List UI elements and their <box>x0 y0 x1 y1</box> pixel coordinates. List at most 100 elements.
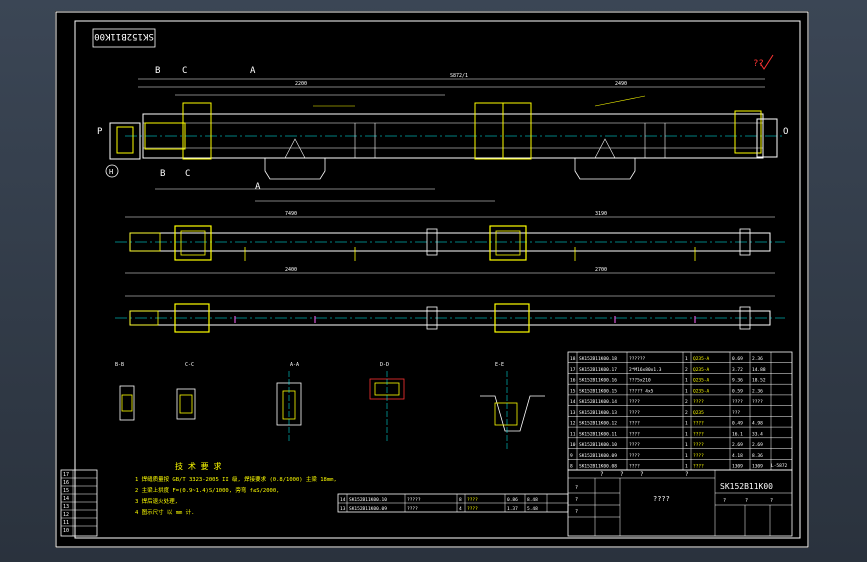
parts-table-cell: Q235-A <box>693 356 710 362</box>
parts-table-cell: SK152B11K00.16 <box>579 378 617 384</box>
svg-text:?: ? <box>640 471 644 478</box>
girder-bottom-view <box>115 295 785 333</box>
svg-text:3190: 3190 <box>595 211 607 217</box>
parts-table-cell: SK152B11K00.12 <box>579 421 617 427</box>
revision-block: 17 16 15 14 13 12 11 10 <box>60 469 98 537</box>
svg-text:?: ? <box>575 497 578 503</box>
svg-text:P: P <box>97 127 103 137</box>
svg-text:????: ???? <box>407 506 418 512</box>
parts-table-cell: 10 <box>570 442 576 448</box>
parts-table-cell: 14 <box>570 399 576 405</box>
parts-table-cell: ???? <box>693 464 704 470</box>
parts-table-cell: 0.59 <box>732 388 743 394</box>
main-girder-view: 2200 S872/1 2490 B C A B C A P O H <box>97 66 788 202</box>
svg-text:10: 10 <box>63 528 69 534</box>
svg-text:H: H <box>109 168 113 176</box>
parts-table-cell: ???? <box>693 431 704 437</box>
parts-table-cell: 1 <box>685 378 688 384</box>
svg-text:14: 14 <box>63 496 69 502</box>
parts-table-cell: 18.52 <box>752 378 766 384</box>
svg-text:7490: 7490 <box>285 211 297 217</box>
svg-text:1.37: 1.37 <box>507 506 518 512</box>
parts-table-cell: SK152B11K00.15 <box>579 388 617 394</box>
svg-text:12: 12 <box>63 512 69 518</box>
svg-text:B: B <box>160 169 165 179</box>
svg-text:????: ???? <box>467 497 478 503</box>
svg-text:A: A <box>255 182 261 192</box>
parts-table-cell: 33.4 <box>752 431 763 437</box>
technical-notes: 技 术 要 求 1 焊缝质量按 GB/T 3323-2005 II 级, 焊接要… <box>135 461 337 516</box>
svg-text:13: 13 <box>63 504 69 510</box>
svg-text:2490: 2490 <box>615 81 627 87</box>
parts-table-rows: 18 SK152B11K00.18?????? 1 Q235-A 0.69 2.3617 S… <box>568 356 792 470</box>
svg-text:D-D: D-D <box>380 362 389 368</box>
svg-text:?: ? <box>685 471 689 478</box>
girder-plan-view: 7490 3190 2400 2700 <box>115 211 785 274</box>
svg-text:C: C <box>185 169 190 179</box>
parts-table-cell: 1 <box>685 442 688 448</box>
parts-table-cell: SK152B11K00.08 <box>579 464 617 470</box>
question-mark: ?? <box>753 59 764 69</box>
parts-table-cell: SK152B11K00.10 <box>579 442 617 448</box>
parts-table-cell: 8.36 <box>752 453 763 459</box>
parts-table-cell: 1 <box>685 431 688 437</box>
drawing-sheet[interactable]: SK152B11K00 ?? 2200 S872/1 2490 B C A B … <box>55 11 809 548</box>
parts-table-cell: ???? <box>732 399 743 405</box>
parts-table-cell: 17 <box>570 367 576 373</box>
svg-text:????: ???? <box>467 506 478 512</box>
svg-text:A: A <box>250 66 256 76</box>
svg-text:5.48: 5.48 <box>527 506 538 512</box>
svg-text:?: ? <box>770 498 773 504</box>
svg-text:2200: 2200 <box>295 81 307 87</box>
svg-text:O: O <box>783 127 788 137</box>
parts-table-cell: 16 <box>570 378 576 384</box>
svg-text:C-C: C-C <box>185 362 194 368</box>
parts-table-cell: ???? <box>629 464 640 470</box>
parts-table-cell: Q235 <box>693 410 704 416</box>
parts-table-cell: 4.98 <box>752 421 763 427</box>
notes-line-3: 3 焊后退火处理, <box>135 497 178 505</box>
parts-table-cell: Q235-A <box>693 388 710 394</box>
parts-table-cell: 18 <box>570 356 576 362</box>
parts-table-cell: 1 <box>685 388 688 394</box>
parts-table-cell: 0.49 <box>732 421 743 427</box>
svg-text:11: 11 <box>63 520 69 526</box>
parts-table-cell: SK152B11K00.14 <box>579 399 617 405</box>
parts-table-cell: ??? <box>732 410 740 416</box>
svg-text:?: ? <box>723 498 726 504</box>
corner-code: SK152B11K00 <box>94 31 154 41</box>
parts-table-cell: SK152B11K00.13 <box>579 410 617 416</box>
parts-table-cell: ???? <box>629 399 640 405</box>
parts-table-cell: 2.36 <box>752 388 763 394</box>
parts-table-cell: ???? <box>629 421 640 427</box>
parts-table-cell: 2.69 <box>752 442 763 448</box>
notes-line-2: 2 主梁上拱度 F=(0.9~1.4)S/1000, 旁弯 f≤S/2000, <box>135 486 279 494</box>
parts-table-cell: ???? <box>693 421 704 427</box>
parts-table-cell: 2*M16x80x1.3 <box>629 367 662 373</box>
svg-text:8.48: 8.48 <box>527 497 538 503</box>
notes-heading: 技 术 要 求 <box>175 461 221 471</box>
parts-table-cell: ????? 4x5 <box>629 388 654 394</box>
parts-table-cell: 2.36 <box>752 356 763 362</box>
svg-text:SK152B11K00.10: SK152B11K00.10 <box>349 497 387 503</box>
parts-table-cell: 9 <box>570 453 573 459</box>
parts-table-cell: ???? <box>629 453 640 459</box>
parts-table-cell: ???5x210 <box>629 378 651 384</box>
svg-text:?: ? <box>575 485 578 491</box>
parts-table-cell: ???? <box>629 431 640 437</box>
parts-table-cell: 14.88 <box>752 367 766 373</box>
parts-table-cell: 2.69 <box>732 442 743 448</box>
parts-table-cell: 2 <box>685 367 688 373</box>
parts-table-cell: 1309 <box>752 464 763 470</box>
parts-table-cell: 16.1 <box>732 431 743 437</box>
parts-table-cell: 2 <box>685 410 688 416</box>
svg-text:17: 17 <box>63 472 69 478</box>
parts-table-cell: ?????? <box>629 356 646 362</box>
parts-table-cell: Q235-A <box>693 378 710 384</box>
parts-table-cell: 1 <box>685 464 688 470</box>
cad-viewport[interactable]: SK152B11K00 ?? 2200 S872/1 2490 B C A B … <box>0 0 867 562</box>
drawing-code: SK152B11K00 <box>720 482 773 491</box>
svg-text:?: ? <box>600 471 604 478</box>
parts-table-cell: 8 <box>570 464 573 470</box>
svg-text:S872/1: S872/1 <box>450 73 468 79</box>
